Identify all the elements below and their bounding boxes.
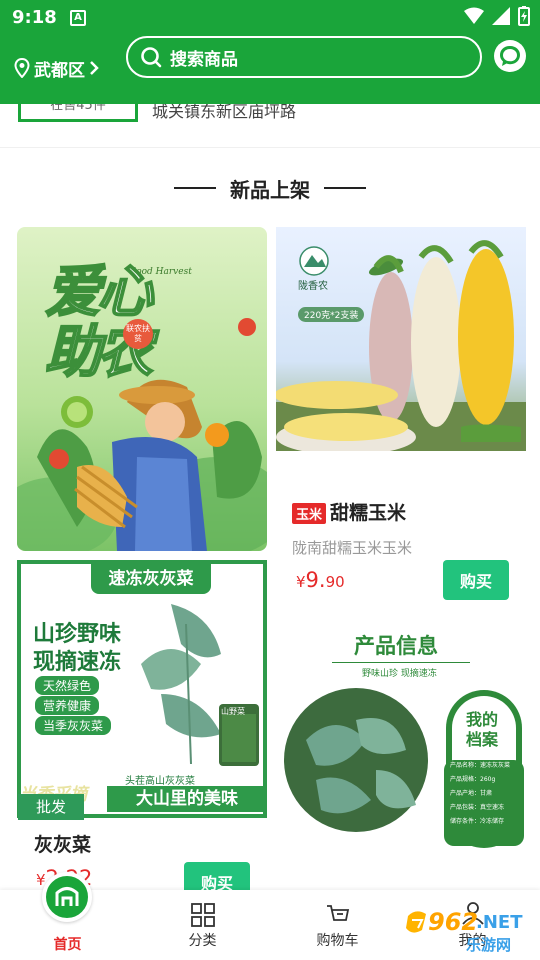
product-tag: 批发 bbox=[18, 794, 84, 820]
product-card-image[interactable]: 陇香农 220克*2支装 bbox=[276, 227, 526, 451]
watermark-number: 962 bbox=[428, 908, 479, 936]
product-card-image[interactable]: Good Harvest 爱心助农 联农扶贫 bbox=[17, 227, 267, 551]
product-card-image[interactable]: 产品信息 野味山珍 现摘速冻 我的 档案 产品名称：速冻灰灰菜 产品规格：260… bbox=[276, 620, 526, 860]
app-header: 武都区 搜索商品 bbox=[0, 36, 540, 104]
search-placeholder: 搜索商品 bbox=[170, 49, 238, 70]
battery-icon bbox=[518, 6, 530, 26]
location-selector[interactable]: 武都区 bbox=[14, 48, 99, 88]
store-address: 城关镇东新区庙坪路 bbox=[152, 104, 297, 121]
package-label: 山野菜 bbox=[221, 707, 245, 716]
poster-main-text: 爱心助农 bbox=[44, 260, 154, 385]
product-name[interactable]: 玉米 甜糯玉米 bbox=[292, 498, 406, 525]
chevron-right-icon bbox=[90, 61, 99, 75]
archive-2: 档案 bbox=[466, 730, 499, 749]
bottom-big: 大山里的美味 bbox=[107, 786, 263, 812]
grid-icon bbox=[191, 903, 215, 927]
spec-4: 产品包装：真空速冻 bbox=[450, 804, 505, 811]
watermark-logo: 962 .NET 乐游网 bbox=[402, 906, 532, 954]
cart-icon bbox=[327, 905, 350, 921]
product-subtitle: 陇南甜糯玉米玉米 bbox=[292, 539, 413, 557]
tab-label-home: 首页 bbox=[53, 937, 82, 953]
home-icon bbox=[42, 872, 92, 922]
search-icon bbox=[141, 47, 162, 68]
poster-badge: 联农扶贫 bbox=[123, 319, 153, 349]
tab-label-cart: 购物车 bbox=[316, 933, 359, 949]
section-divider-right bbox=[324, 187, 366, 189]
spec-5: 储存条件：冷冻储存 bbox=[450, 818, 505, 825]
notification-icon: A bbox=[70, 10, 86, 26]
product-price: ¥9.90 bbox=[296, 568, 345, 592]
tab-cart[interactable]: 购物车 bbox=[270, 890, 405, 960]
chat-icon[interactable] bbox=[492, 38, 528, 74]
tab-home[interactable]: 首页 bbox=[0, 872, 135, 960]
corn-weight-badge: 220克*2支装 bbox=[298, 307, 365, 322]
location-pin-icon bbox=[14, 58, 30, 78]
corn-brand: 陇香农 bbox=[298, 281, 328, 292]
buy-button[interactable]: 购买 bbox=[443, 560, 509, 600]
price-dec: 90 bbox=[325, 573, 345, 591]
price-symbol: ¥ bbox=[296, 573, 306, 591]
status-icons bbox=[464, 6, 530, 26]
location-label: 武都区 bbox=[34, 60, 85, 81]
spec-1: 产品名称：速冻灰灰菜 bbox=[450, 762, 511, 769]
spec-3: 产品产地：甘肃 bbox=[450, 790, 493, 797]
spec-2: 产品规格：260g bbox=[450, 776, 496, 783]
corn-photo bbox=[276, 240, 526, 451]
bottom-small: 头茬高山灰灰菜 bbox=[125, 776, 195, 787]
tab-label-category: 分类 bbox=[188, 933, 217, 949]
status-time: 9:18 bbox=[12, 7, 57, 28]
section-divider-left bbox=[174, 187, 216, 189]
watermark-sub: 乐游网 bbox=[466, 936, 512, 954]
product-name-text[interactable]: 灰灰菜 bbox=[34, 830, 91, 857]
signal-icon bbox=[492, 7, 510, 25]
product-tag: 玉米 bbox=[292, 503, 327, 524]
wifi-icon bbox=[464, 7, 484, 24]
price-int: 9. bbox=[305, 568, 326, 592]
section-title: 新品上架 bbox=[230, 177, 310, 202]
product-name-text: 甜糯玉米 bbox=[330, 502, 407, 524]
search-input[interactable]: 搜索商品 bbox=[126, 36, 482, 78]
watermark-suffix: .NET bbox=[476, 912, 523, 933]
store-info-strip: 在售45件 城关镇东新区庙坪路 bbox=[0, 104, 540, 148]
store-count-badge: 在售45件 bbox=[18, 104, 138, 122]
product-card-image[interactable]: 速冻灰灰菜 山珍野味 现摘速冻 天然绿色 营养健康 当季灰灰菜 山野菜 头茬高山… bbox=[17, 560, 267, 818]
status-bar: 9:18 A bbox=[0, 0, 540, 36]
section-header: 新品上架 bbox=[0, 170, 540, 206]
tab-category[interactable]: 分类 bbox=[135, 890, 270, 960]
